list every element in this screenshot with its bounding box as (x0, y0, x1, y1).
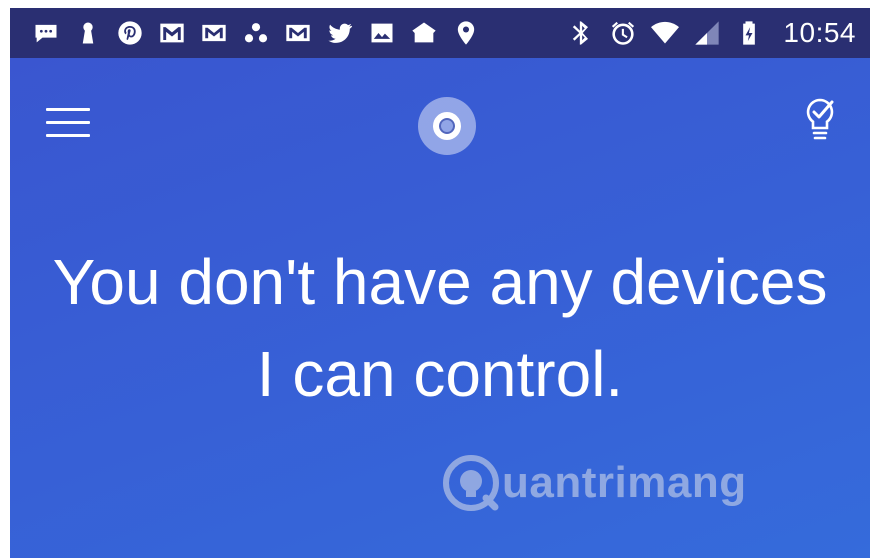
status-bar: 10:54 (10, 8, 870, 58)
cortana-icon[interactable] (418, 97, 476, 155)
gmail-icon (196, 15, 232, 51)
battery-charging-icon (731, 15, 767, 51)
message-line-2: I can control. (256, 338, 624, 410)
alarm-icon (605, 15, 641, 51)
watermark: uantrimang (442, 448, 747, 518)
hamburger-menu-icon[interactable] (46, 108, 90, 142)
status-clock: 10:54 (783, 17, 856, 48)
pinterest-icon (112, 15, 148, 51)
bluetooth-icon (563, 15, 599, 51)
wifi-icon (647, 15, 683, 51)
gmail-icon (280, 15, 316, 51)
messages-icon (28, 15, 64, 51)
watermark-logo-icon (443, 455, 499, 511)
notification-icons (28, 15, 490, 51)
no-devices-message: You don't have any devices I can control… (10, 236, 870, 420)
app-bar (10, 58, 870, 188)
photo-icon (364, 15, 400, 51)
dots-icon (238, 15, 274, 51)
home-icon (406, 15, 442, 51)
signal-icon (689, 15, 725, 51)
twitter-icon (322, 15, 358, 51)
watermark-text: uantrimang (502, 458, 747, 507)
system-status: 10:54 (563, 15, 856, 51)
message-line-1: You don't have any devices (52, 246, 828, 318)
location-icon (448, 15, 484, 51)
lightbulb-check-icon[interactable] (800, 96, 840, 144)
phone-screen: 10:54 You don't have any devices I can c… (10, 8, 870, 558)
gmail-icon (154, 15, 190, 51)
keyhole-icon (70, 15, 106, 51)
